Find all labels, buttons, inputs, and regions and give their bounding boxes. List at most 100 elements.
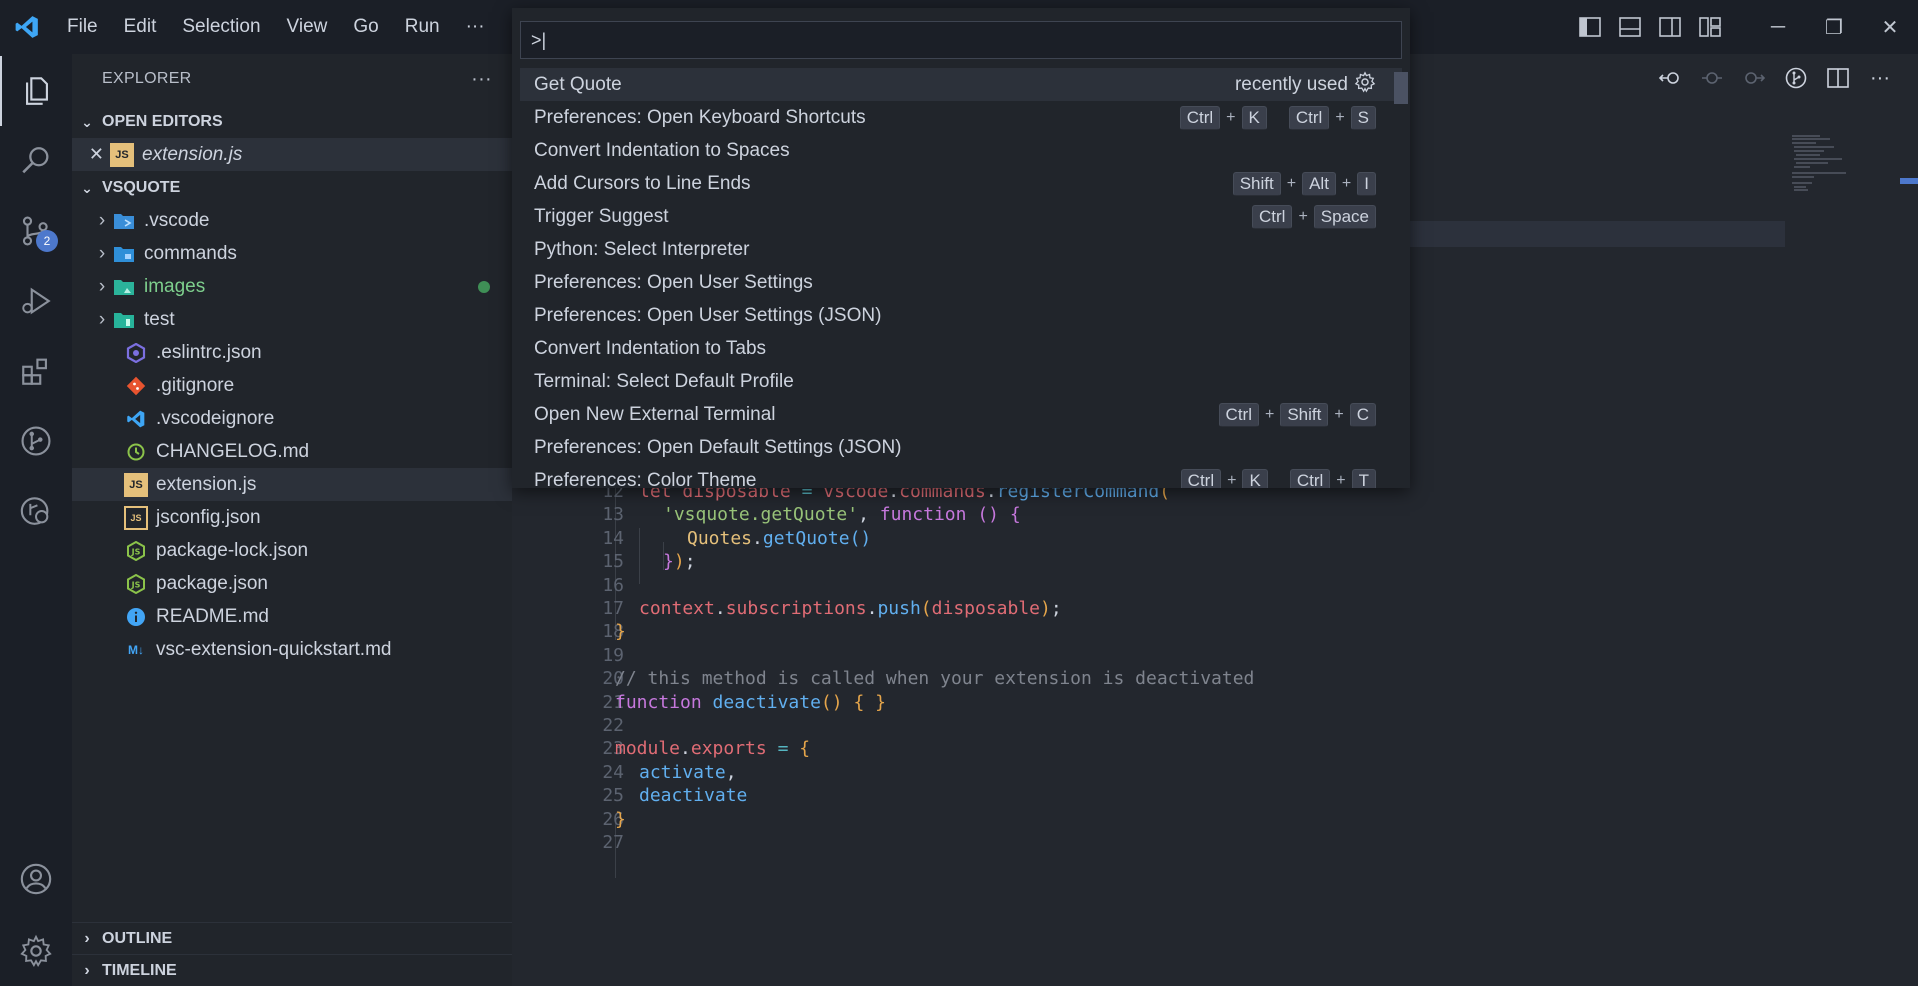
menu-selection[interactable]: Selection: [169, 0, 273, 54]
code-token: ;: [1050, 598, 1062, 619]
tree-item-readme[interactable]: README.md: [72, 600, 512, 633]
command-item[interactable]: Trigger Suggest Ctrl + Space: [520, 200, 1402, 233]
explorer-header: EXPLORER ···: [72, 54, 512, 104]
code-line[interactable]: 27: [512, 829, 1900, 857]
tree-item-extension-js[interactable]: JS extension.js: [72, 468, 512, 501]
accounts-icon[interactable]: [0, 844, 72, 914]
changelog-file-icon: [124, 440, 148, 464]
menu-file[interactable]: File: [54, 0, 111, 54]
command-item[interactable]: Preferences: Open Default Settings (JSON…: [520, 431, 1402, 464]
command-item[interactable]: Add Cursors to Line Ends Shift + Alt + I: [520, 167, 1402, 200]
command-item[interactable]: Convert Indentation to Spaces: [520, 134, 1402, 167]
code-token: }: [615, 621, 626, 643]
go-back-icon[interactable]: [1650, 62, 1690, 94]
command-item[interactable]: Preferences: Open Keyboard Shortcuts Ctrl…: [520, 101, 1402, 134]
tree-item-quickstart[interactable]: M↓ vsc-extension-quickstart.md: [72, 633, 512, 666]
outline-section[interactable]: › OUTLINE: [72, 922, 512, 954]
go-forward-icon[interactable]: [1734, 62, 1774, 94]
menu-view[interactable]: View: [274, 0, 341, 54]
tree-item-label: jsconfig.json: [156, 506, 261, 528]
code-token: deactivate: [639, 785, 748, 807]
command-label: Python: Select Interpreter: [534, 238, 750, 260]
search-icon[interactable]: [0, 126, 72, 196]
command-item[interactable]: Get Quote recently used: [520, 68, 1402, 101]
project-label: VSQUOTE: [102, 179, 181, 196]
close-editor-icon[interactable]: ✕: [72, 144, 110, 165]
toggle-secondary-sidebar-icon[interactable]: [1650, 0, 1690, 54]
command-item[interactable]: Terminal: Select Default Profile: [520, 365, 1402, 398]
git-history-icon[interactable]: [0, 476, 72, 546]
tree-item-package-json[interactable]: JS package.json: [72, 567, 512, 600]
tree-item-changelog[interactable]: CHANGELOG.md: [72, 435, 512, 468]
extensions-icon[interactable]: [0, 336, 72, 406]
commit-icon[interactable]: [1692, 62, 1732, 94]
keycap: Space: [1313, 204, 1376, 229]
open-editors-section[interactable]: ⌄ OPEN EDITORS: [72, 106, 512, 138]
keycap: I: [1357, 171, 1376, 196]
key-separator: +: [1341, 174, 1352, 192]
keycap: Ctrl: [1252, 204, 1293, 229]
tree-item-label: test: [144, 308, 175, 330]
title-right-controls: ─ ❐ ✕: [1570, 0, 1918, 54]
split-editor-icon[interactable]: [1818, 62, 1858, 94]
command-label: Convert Indentation to Tabs: [534, 337, 767, 359]
restore-icon[interactable]: ❐: [1806, 0, 1862, 54]
customize-layout-icon[interactable]: [1690, 0, 1730, 54]
more-actions-icon[interactable]: ···: [1860, 62, 1900, 94]
menu-edit[interactable]: Edit: [111, 0, 170, 54]
source-control-icon[interactable]: 2: [0, 196, 72, 266]
tree-item-gitignore[interactable]: .gitignore: [72, 369, 512, 402]
key-separator: +: [1286, 174, 1297, 192]
command-label: Get Quote: [534, 73, 622, 95]
recently-used-label: recently used: [1234, 73, 1348, 95]
tree-item-jsconfig[interactable]: JS jsconfig.json: [72, 501, 512, 534]
key-separator: +: [1226, 108, 1236, 126]
close-window-icon[interactable]: ✕: [1862, 0, 1918, 54]
command-label: Open New External Terminal: [534, 403, 776, 425]
tree-item-vscode-folder[interactable]: › .vscode: [72, 204, 512, 237]
tree-item-images-folder[interactable]: › images: [72, 270, 512, 303]
command-label: Preferences: Color Theme: [534, 469, 757, 489]
explorer-icon[interactable]: [0, 56, 72, 126]
tree-item-package-lock[interactable]: JS package-lock.json: [72, 534, 512, 567]
open-editor-filename: extension.js: [142, 143, 243, 165]
toggle-panel-icon[interactable]: [1610, 0, 1650, 54]
key-separator: +: [1265, 405, 1275, 423]
outline-label: OUTLINE: [102, 929, 173, 947]
editor-actions: ···: [1650, 62, 1900, 94]
menu-go[interactable]: Go: [340, 0, 391, 54]
command-item[interactable]: Python: Select Interpreter: [520, 233, 1402, 266]
configure-keybinding-gear-icon[interactable]: [1354, 70, 1376, 99]
open-editor-extension-js[interactable]: ✕ JS extension.js: [72, 138, 512, 171]
open-changes-icon[interactable]: [1776, 62, 1816, 94]
code-token: deactivate: [712, 691, 821, 713]
keycap: Shift: [1280, 402, 1329, 427]
minimize-icon[interactable]: ─: [1750, 0, 1806, 54]
minimap[interactable]: [1790, 134, 1850, 194]
menu-run[interactable]: Run: [392, 0, 453, 54]
menu-more[interactable]: ···: [453, 0, 498, 54]
git-graph-icon[interactable]: [0, 406, 72, 476]
tree-item-eslintrc[interactable]: .eslintrc.json: [72, 336, 512, 369]
settings-gear-icon[interactable]: [0, 916, 72, 986]
timeline-section[interactable]: › TIMELINE: [72, 954, 512, 986]
keycap: Shift: [1232, 171, 1281, 196]
command-item[interactable]: Preferences: Open User Settings: [520, 266, 1402, 299]
tree-item-test-folder[interactable]: › test: [72, 303, 512, 336]
vsquote-folder-section[interactable]: ⌄ VSQUOTE: [72, 172, 512, 204]
command-item[interactable]: Convert Indentation to Tabs: [520, 332, 1402, 365]
explorer-more-actions[interactable]: ···: [471, 54, 492, 104]
command-palette-input[interactable]: >|: [520, 21, 1402, 59]
tree-item-label: .eslintrc.json: [156, 341, 262, 363]
code-token: 'vsquote.getQuote': [663, 504, 859, 526]
code-token: }: [663, 551, 674, 573]
command-item[interactable]: Preferences: Open User Settings (JSON): [520, 299, 1402, 332]
command-item[interactable]: Preferences: Color Theme Ctrl + K Ctrl + T: [520, 464, 1402, 488]
explorer-sidebar: EXPLORER ··· ⌄ OPEN EDITORS ✕ JS extensi…: [72, 54, 512, 986]
toggle-primary-sidebar-icon[interactable]: [1570, 0, 1610, 54]
tree-item-commands-folder[interactable]: › commands: [72, 237, 512, 270]
run-debug-icon[interactable]: [0, 266, 72, 336]
tree-item-vscodeignore[interactable]: .vscodeignore: [72, 402, 512, 435]
palette-scrollbar[interactable]: [1394, 72, 1408, 104]
command-item[interactable]: Open New External Terminal Ctrl + Shift + C: [520, 398, 1402, 431]
